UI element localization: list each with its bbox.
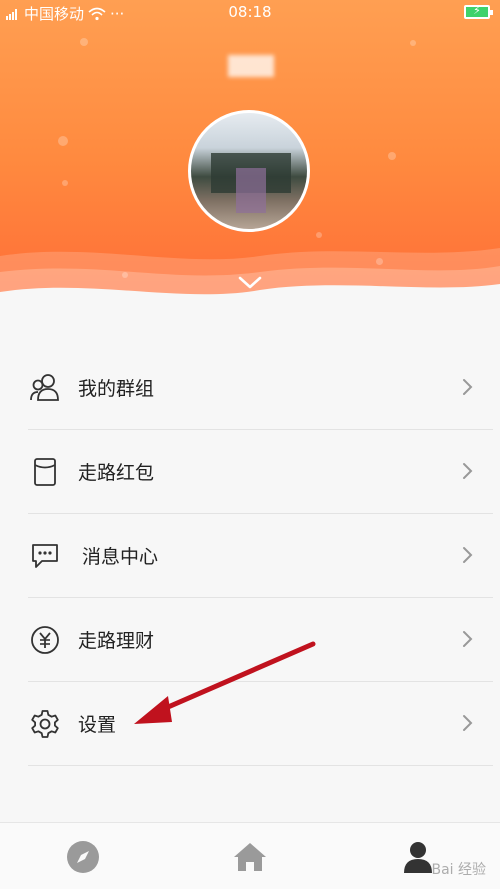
- tab-home[interactable]: [232, 839, 268, 875]
- decor-bubble: [80, 38, 88, 46]
- menu-list: 我的群组 走路红包 消息中心 走路理财 设置: [28, 346, 493, 766]
- gear-icon: [31, 709, 59, 738]
- menu-item-walk-finance[interactable]: 走路理财: [28, 598, 493, 682]
- decor-bubble: [62, 180, 68, 186]
- profile-header: [0, 0, 500, 318]
- avatar[interactable]: [188, 110, 310, 232]
- menu-item-label: 走路红包: [78, 462, 155, 484]
- menu-item-message-center[interactable]: 消息中心: [28, 514, 493, 598]
- status-time: 08:18: [228, 3, 272, 21]
- chevron-down-icon[interactable]: [237, 275, 263, 291]
- menu-item-settings[interactable]: 设置: [28, 682, 493, 766]
- red-packet-icon: [34, 457, 56, 486]
- group-icon: [30, 373, 59, 401]
- menu-item-label: 消息中心: [82, 546, 159, 568]
- chevron-right-icon: [463, 547, 473, 563]
- status-bar: 中国移动 ··· 08:18 ⚡: [0, 0, 500, 26]
- tab-discover[interactable]: [65, 839, 101, 875]
- decor-bubble: [58, 136, 68, 146]
- chevron-right-icon: [463, 379, 473, 395]
- menu-item-label: 走路理财: [78, 630, 155, 652]
- decor-bubble: [388, 152, 396, 160]
- menu-item-label: 我的群组: [78, 378, 155, 400]
- username-blurred: [228, 55, 274, 77]
- compass-icon: [67, 841, 99, 873]
- menu-item-walk-red-packet[interactable]: 走路红包: [28, 430, 493, 514]
- yuan-icon: [31, 625, 59, 654]
- message-icon: [32, 543, 58, 568]
- menu-item-label: 设置: [78, 714, 117, 736]
- bottom-tab-bar: Bai 经验: [0, 822, 500, 889]
- chevron-right-icon: [463, 715, 473, 731]
- menu-item-my-groups[interactable]: 我的群组: [28, 346, 493, 430]
- decor-bubble: [410, 40, 416, 46]
- battery-icon: ⚡: [464, 4, 493, 19]
- watermark: Bai 经验: [431, 862, 486, 878]
- profile-icon: [404, 842, 432, 873]
- home-icon: [234, 843, 266, 871]
- chevron-right-icon: [463, 463, 473, 479]
- chevron-right-icon: [463, 631, 473, 647]
